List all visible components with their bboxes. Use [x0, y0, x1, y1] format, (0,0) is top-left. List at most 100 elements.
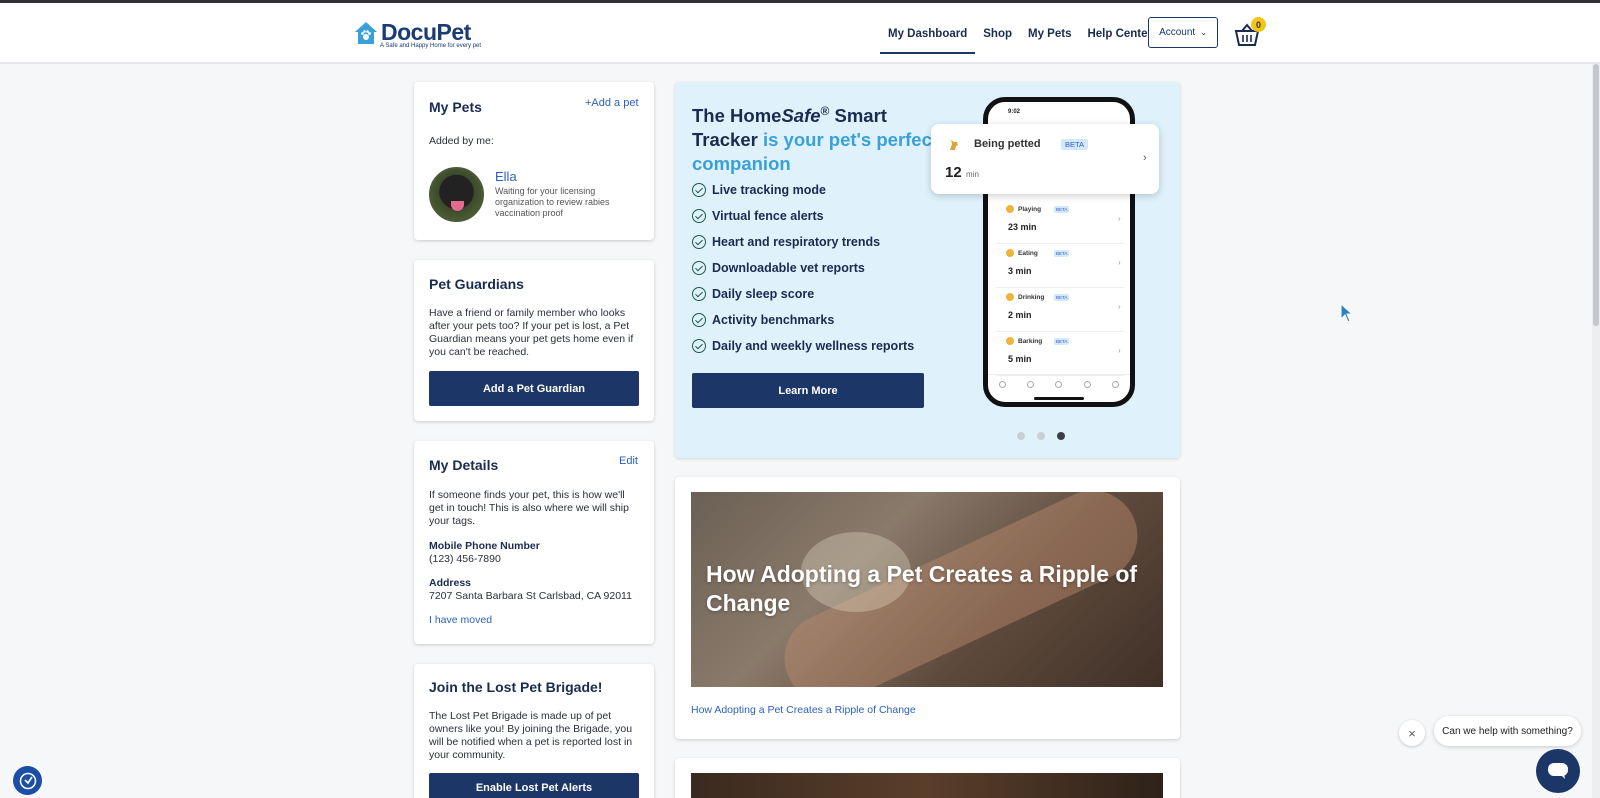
beta-badge: BETA: [1061, 139, 1089, 150]
phone-value: (123) 456-7890: [429, 553, 501, 565]
pet-guardians-title: Pet Guardians: [429, 276, 524, 292]
blog-post-card-2: [675, 758, 1180, 798]
my-pets-title: My Pets: [429, 99, 482, 115]
feature-item: Heart and respiratory trends: [692, 229, 914, 255]
learn-more-button[interactable]: Learn More: [692, 373, 924, 408]
blog-post-card: How Adopting a Pet Creates a Ripple of C…: [675, 477, 1180, 739]
check-circle-icon: [692, 261, 706, 275]
i-have-moved-link[interactable]: I have moved: [429, 614, 492, 626]
activity-icon: [1006, 293, 1014, 301]
nav-shop[interactable]: Shop: [975, 3, 1020, 64]
feature-item: Activity benchmarks: [692, 307, 914, 333]
my-details-card: My Details Edit If someone finds your pe…: [414, 441, 654, 644]
activity-label: Eating: [1018, 250, 1038, 257]
cart-count-badge: 0: [1251, 17, 1266, 32]
popup-value: 12: [945, 164, 962, 181]
chevron-right-icon: ›: [1118, 258, 1121, 267]
beta-badge: BETA: [1054, 250, 1070, 257]
check-circle-icon: [692, 209, 706, 223]
pet-guardians-card: Pet Guardians Have a friend or family me…: [414, 260, 654, 421]
chat-bubble-icon: [1548, 763, 1568, 779]
feature-label: Downloadable vet reports: [712, 261, 865, 275]
blog-post-image[interactable]: How Adopting a Pet Creates a Ripple of C…: [691, 492, 1163, 687]
add-pet-guardian-button[interactable]: Add a Pet Guardian: [429, 371, 639, 406]
accessibility-icon: [19, 772, 36, 789]
blog-post-image-2[interactable]: [691, 773, 1163, 798]
activity-icon: [1006, 249, 1014, 257]
feature-label: Live tracking mode: [712, 183, 826, 197]
activity-value: 2 min: [1008, 310, 1032, 320]
brand-tagline: A Safe and Happy Home for every pet: [380, 43, 482, 49]
pet-name[interactable]: Ella: [495, 169, 517, 184]
feature-label: Daily sleep score: [712, 287, 815, 301]
phone-time: 9:02: [1008, 109, 1021, 115]
page-scrollbar[interactable]: [1592, 64, 1600, 798]
activity-label: Playing: [1018, 206, 1042, 213]
nav-my-dashboard[interactable]: My Dashboard: [880, 3, 976, 64]
feature-item: Virtual fence alerts: [692, 203, 914, 229]
carousel-dot-2[interactable]: [1037, 432, 1045, 440]
added-by-label: Added by me:: [429, 135, 494, 147]
enable-lost-pet-alerts-button[interactable]: Enable Lost Pet Alerts: [429, 773, 639, 798]
close-chat-prompt-button[interactable]: ×: [1399, 720, 1425, 746]
feature-label: Activity benchmarks: [712, 313, 835, 327]
check-circle-icon: [692, 235, 706, 249]
feature-label: Heart and respiratory trends: [712, 235, 881, 249]
address-label: Address: [429, 577, 472, 589]
lost-pet-brigade-title: Join the Lost Pet Brigade!: [429, 679, 603, 695]
pet-status: Waiting for your licensing organization …: [495, 186, 610, 218]
blog-post-link[interactable]: How Adopting a Pet Creates a Ripple of C…: [691, 704, 916, 716]
chevron-right-icon: ›: [1143, 152, 1147, 164]
account-dropdown-button[interactable]: Account ⌄: [1148, 17, 1218, 48]
feature-item: Downloadable vet reports: [692, 255, 914, 281]
open-chat-button[interactable]: [1536, 749, 1580, 793]
brand-name: DocuPet: [381, 19, 471, 45]
chat-prompt-bubble[interactable]: Can we help with something?: [1434, 716, 1581, 746]
feature-label: Daily and weekly wellness reports: [712, 339, 915, 353]
check-circle-icon: [692, 339, 706, 353]
close-icon: ×: [1408, 725, 1416, 741]
chevron-right-icon: ›: [1118, 302, 1121, 311]
mouse-cursor-icon: [1340, 303, 1354, 323]
nav-my-pets[interactable]: My Pets: [1020, 3, 1079, 64]
phone-home-indicator: [1034, 397, 1084, 400]
being-petted-popup: Being petted BETA 12 min ›: [931, 124, 1159, 194]
promo-title-italic: Safe: [781, 105, 821, 127]
my-details-title: My Details: [429, 457, 499, 473]
carousel-dots: [1017, 432, 1065, 440]
pet-avatar[interactable]: [429, 167, 484, 222]
beta-badge: BETA: [1054, 294, 1070, 301]
beta-badge: BETA: [1054, 206, 1070, 213]
activity-label: Drinking: [1018, 294, 1045, 301]
phone-label: Mobile Phone Number: [429, 540, 540, 552]
scrollbar-thumb[interactable]: [1593, 64, 1599, 326]
feature-item: Daily sleep score: [692, 281, 914, 307]
activity-label: Barking: [1018, 338, 1043, 345]
lost-pet-brigade-description: The Lost Pet Brigade is made up of pet o…: [429, 710, 633, 761]
my-pets-card: My Pets +Add a pet Added by me: Ella Wai…: [414, 82, 654, 240]
accessibility-button[interactable]: [13, 766, 42, 795]
beta-badge: BETA: [1054, 338, 1070, 345]
activity-value: 3 min: [1008, 266, 1032, 276]
check-circle-icon: [692, 313, 706, 327]
main-nav: My Dashboard Shop My Pets Help Center: [880, 3, 1160, 64]
activity-row: Eating BETA 3 min ›: [996, 246, 1124, 288]
docupet-logo[interactable]: DocuPet A Safe and Happy Home for every …: [353, 19, 481, 49]
check-circle-icon: [692, 183, 706, 197]
blog-post-image-title: How Adopting a Pet Creates a Ripple of C…: [706, 561, 1138, 616]
account-label: Account: [1159, 27, 1196, 38]
popup-unit: min: [966, 170, 979, 179]
lost-pet-brigade-card: Join the Lost Pet Brigade! The Lost Pet …: [414, 664, 654, 798]
promo-title-part1: The Home: [692, 105, 782, 127]
add-pet-link[interactable]: +Add a pet: [585, 97, 639, 109]
check-circle-icon: [692, 287, 706, 301]
feature-list: Live tracking mode Virtual fence alerts …: [692, 177, 914, 359]
chevron-right-icon: ›: [1118, 214, 1121, 223]
carousel-dot-3[interactable]: [1057, 432, 1065, 440]
pet-guardians-description: Have a friend or family member who looks…: [429, 307, 634, 358]
activity-value: 5 min: [1008, 354, 1032, 364]
site-header: DocuPet A Safe and Happy Home for every …: [0, 3, 1600, 64]
activity-row: Playing BETA 23 min ›: [996, 202, 1124, 244]
edit-details-link[interactable]: Edit: [619, 455, 638, 467]
carousel-dot-1[interactable]: [1017, 432, 1025, 440]
